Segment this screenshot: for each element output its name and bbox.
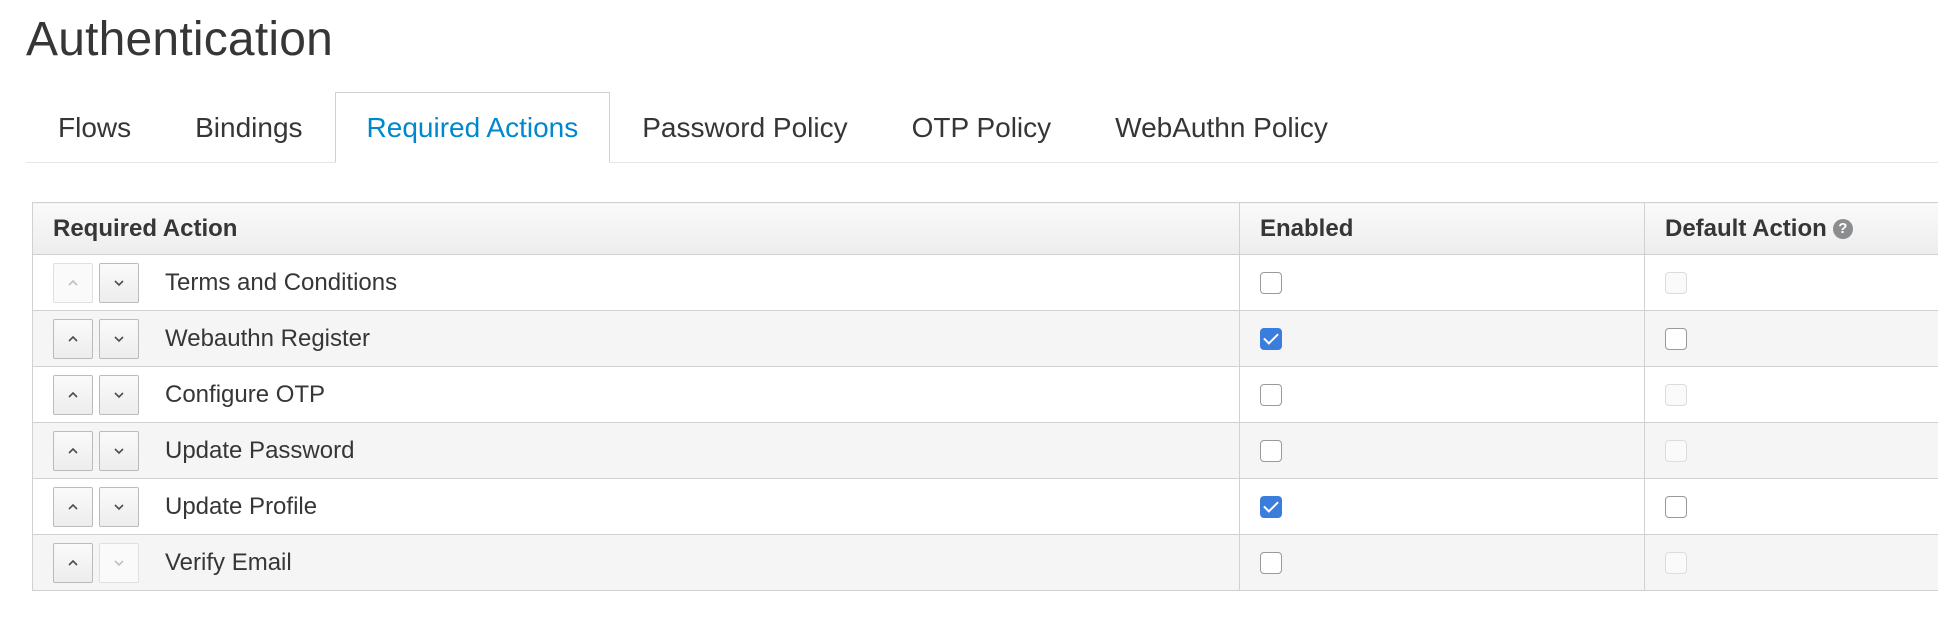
enabled-cell [1239,366,1645,423]
chevron-up-icon [66,388,80,402]
enabled-checkbox[interactable] [1260,440,1282,463]
column-header-enabled: Enabled [1239,202,1645,255]
move-up-button[interactable] [53,542,93,583]
default-action-cell [1644,534,1938,591]
default-action-cell [1644,310,1938,367]
order-buttons [53,486,139,527]
tab-flows[interactable]: Flows [26,92,163,163]
order-buttons [53,430,139,471]
move-up-button[interactable] [53,374,93,415]
order-buttons [53,262,139,303]
enabled-cell [1239,310,1645,367]
enabled-cell [1239,422,1645,479]
question-circle-icon[interactable]: ? [1832,219,1853,240]
column-header-default-action: Default Action? [1644,202,1938,255]
chevron-down-icon [112,500,126,514]
enabled-checkbox[interactable] [1260,384,1282,407]
order-buttons [53,374,139,415]
enabled-checkbox[interactable] [1260,272,1282,295]
tab-bar: Flows Bindings Required Actions Password… [26,92,1938,163]
tab-otp-policy[interactable]: OTP Policy [880,92,1084,163]
chevron-down-icon [112,388,126,402]
move-down-button[interactable] [99,486,139,527]
default-action-checkbox [1665,384,1687,407]
move-down-button[interactable] [99,542,139,583]
chevron-down-icon [112,276,126,290]
table-row: Update Profile [32,478,1938,535]
default-action-cell [1644,422,1938,479]
tab-webauthn-policy[interactable]: WebAuthn Policy [1083,92,1360,163]
required-action-name: Terms and Conditions [165,268,398,296]
move-up-button[interactable] [53,262,93,303]
chevron-down-icon [112,556,126,570]
default-action-cell [1644,254,1938,311]
move-up-button[interactable] [53,486,93,527]
chevron-up-icon [66,444,80,458]
move-down-button[interactable] [99,430,139,471]
tab-bindings[interactable]: Bindings [163,92,334,163]
table-header-row: Required Action Enabled Default Action? [32,202,1938,255]
table-row: Configure OTP [32,366,1938,423]
order-buttons [53,542,139,583]
column-header-required-action: Required Action [32,202,1240,255]
required-action-name: Webauthn Register [165,324,371,352]
default-action-checkbox[interactable] [1665,328,1687,351]
required-action-cell: Update Password [32,422,1240,479]
default-action-checkbox [1665,440,1687,463]
enabled-checkbox[interactable] [1260,496,1282,519]
default-action-cell [1644,366,1938,423]
move-up-button[interactable] [53,318,93,359]
required-action-name: Update Profile [165,492,318,520]
tab-password-policy[interactable]: Password Policy [610,92,879,163]
required-action-cell: Webauthn Register [32,310,1240,367]
order-buttons [53,318,139,359]
move-down-button[interactable] [99,318,139,359]
required-actions-table: Required Action Enabled Default Action? … [32,202,1938,591]
required-action-cell: Update Profile [32,478,1240,535]
enabled-checkbox[interactable] [1260,552,1282,575]
tab-required-actions[interactable]: Required Actions [334,92,611,163]
table-row: Update Password [32,422,1938,479]
page-title: Authentication [26,13,334,66]
enabled-cell [1239,254,1645,311]
required-action-cell: Verify Email [32,534,1240,591]
table-row: Terms and Conditions [32,254,1938,311]
default-action-checkbox[interactable] [1665,496,1687,519]
table-row: Webauthn Register [32,310,1938,367]
enabled-cell [1239,534,1645,591]
chevron-up-icon [66,332,80,346]
default-action-checkbox [1665,272,1687,295]
move-down-button[interactable] [99,374,139,415]
required-action-name: Configure OTP [165,380,326,408]
move-up-button[interactable] [53,430,93,471]
required-action-name: Verify Email [165,548,292,576]
default-action-checkbox [1665,552,1687,575]
default-action-cell [1644,478,1938,535]
enabled-cell [1239,478,1645,535]
move-down-button[interactable] [99,262,139,303]
required-action-cell: Configure OTP [32,366,1240,423]
chevron-up-icon [66,276,80,290]
chevron-up-icon [66,500,80,514]
required-action-name: Update Password [165,436,355,464]
required-action-cell: Terms and Conditions [32,254,1240,311]
chevron-down-icon [112,332,126,346]
chevron-up-icon [66,556,80,570]
chevron-down-icon [112,444,126,458]
table-row: Verify Email [32,534,1938,591]
enabled-checkbox[interactable] [1260,328,1282,351]
